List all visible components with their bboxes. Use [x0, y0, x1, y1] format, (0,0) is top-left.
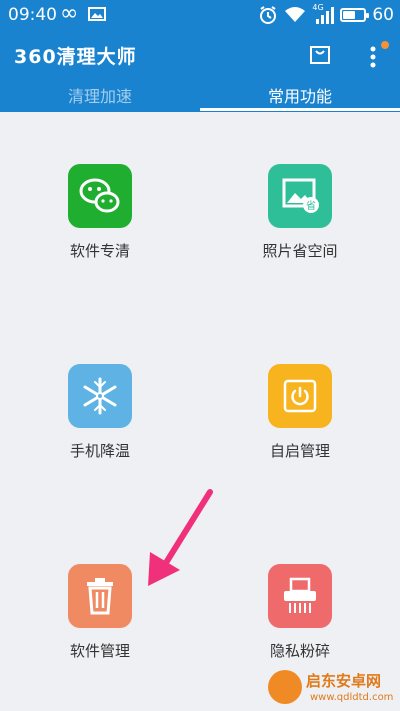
image-notification-icon	[88, 7, 106, 21]
tile-label: 手机降温	[69, 442, 130, 460]
power-icon	[268, 364, 332, 428]
watermark-url: www.qdldtd.com	[310, 692, 394, 703]
tab-clean-speedup[interactable]: 清理加速	[0, 82, 200, 112]
alarm-icon	[260, 6, 277, 24]
tile-photo-saver[interactable]: 省 照片省空间	[200, 164, 400, 334]
tile-label: 软件专清	[69, 242, 130, 260]
tile-label: 隐私粉碎	[269, 642, 330, 660]
active-tab-indicator	[200, 108, 400, 111]
status-bar: 09:40 ∞ 4G 60	[0, 0, 400, 30]
function-grid: 软件专清 省 照片省空间 手机降温 自启管理 软件管理 隐私粉碎	[0, 112, 400, 711]
trash-icon	[68, 564, 132, 628]
shopping-bag-icon[interactable]	[307, 40, 333, 66]
wechat-icon	[68, 164, 132, 228]
battery-level-fill	[343, 11, 356, 19]
watermark-text: 启东安卓网	[306, 672, 382, 690]
battery-icon	[340, 8, 370, 22]
notification-dot	[381, 41, 389, 49]
cellular-signal-icon: 4G	[312, 3, 335, 25]
tile-autostart-manager[interactable]: 自启管理	[200, 364, 400, 534]
battery-percent: 60	[372, 5, 394, 25]
photo-saver-icon: 省	[268, 164, 332, 228]
tile-label: 照片省空间	[262, 242, 338, 260]
status-time: 09:40	[8, 5, 57, 25]
watermark-logo	[268, 670, 302, 704]
shredder-icon	[268, 564, 332, 628]
tile-label: 自启管理	[269, 442, 330, 460]
wifi-icon	[285, 7, 306, 22]
infinity-icon: ∞	[60, 1, 79, 26]
tile-app-clean[interactable]: 软件专清	[0, 164, 200, 334]
tile-label: 软件管理	[69, 642, 130, 660]
snowflake-icon	[68, 364, 132, 428]
pointer-arrow-annotation	[148, 489, 213, 586]
app-header: 360清理大师 清理加速 常用功能	[0, 30, 400, 112]
watermark: 启东安卓网 www.qdldtd.com	[268, 668, 398, 708]
svg-text:省: 省	[306, 199, 316, 212]
app-title: 360清理大师	[14, 46, 137, 68]
